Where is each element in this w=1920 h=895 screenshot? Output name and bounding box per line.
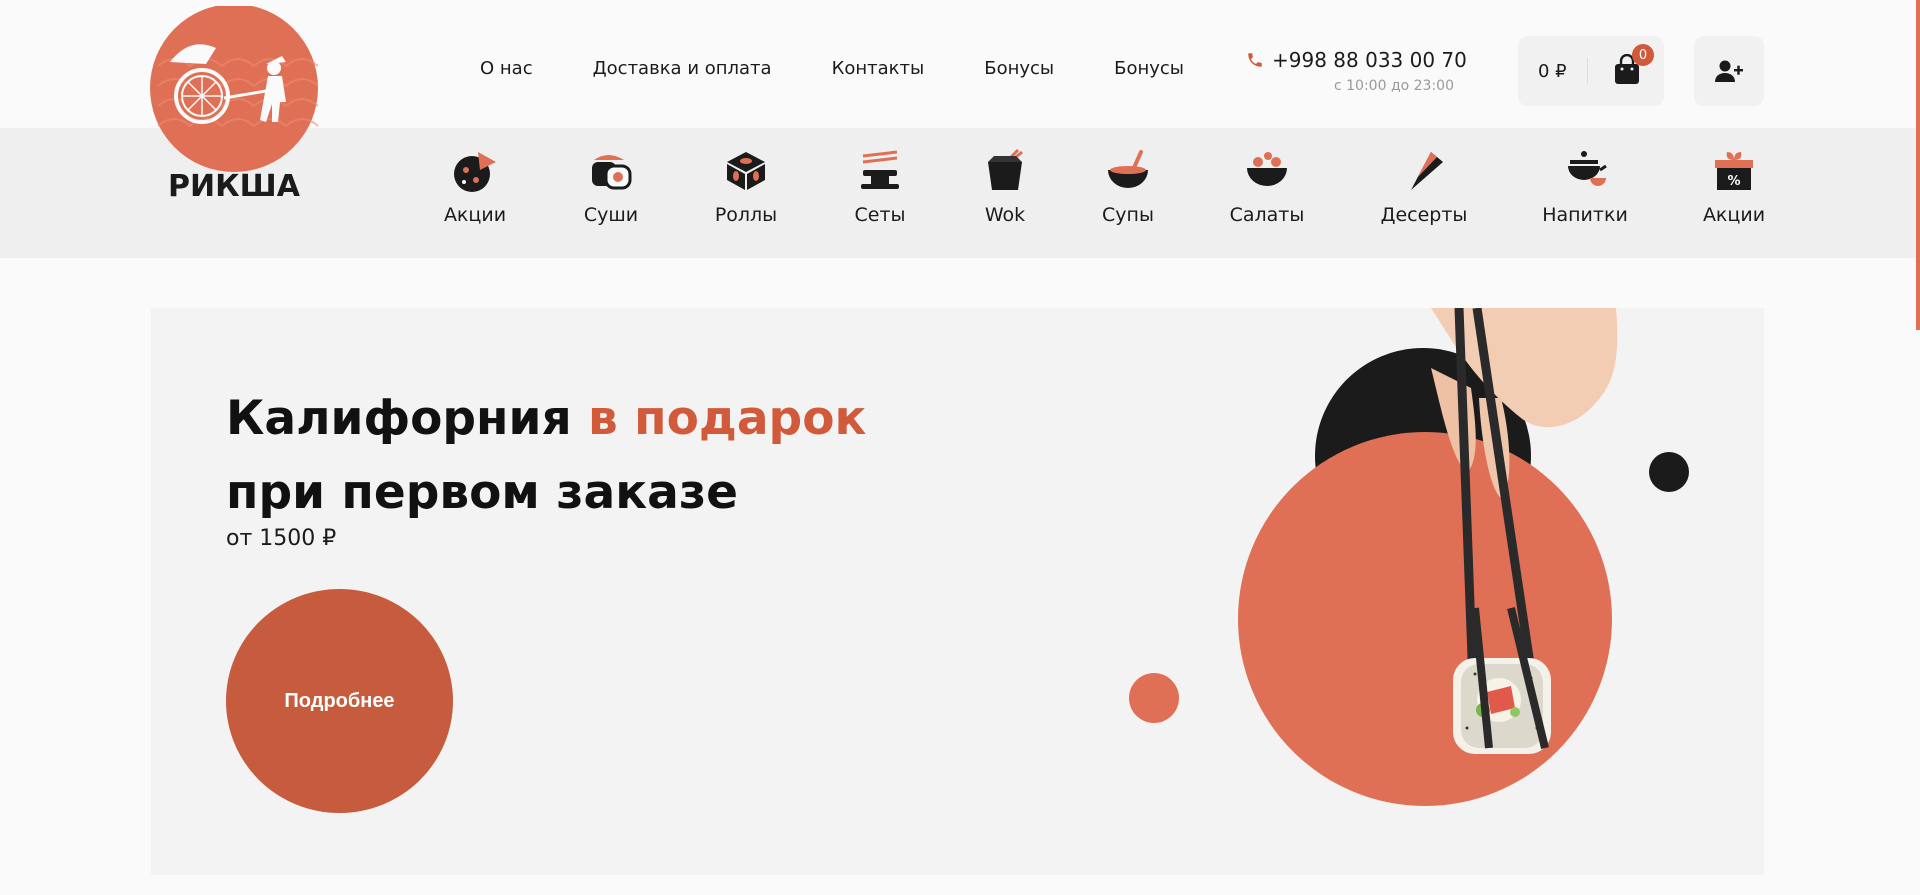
salad-bowl-icon <box>1247 152 1287 186</box>
category-promo[interactable]: Акции <box>420 148 530 226</box>
logo-text: РИКША <box>168 169 301 204</box>
category-label: Салаты <box>1229 204 1305 226</box>
hero-subtitle: от 1500 ₽ <box>226 526 337 551</box>
category-label: Напитки <box>1542 204 1628 226</box>
working-hours: с 10:00 до 23:00 <box>1334 78 1454 94</box>
category-label: Роллы <box>714 204 778 226</box>
category-drinks[interactable]: Напитки <box>1530 148 1640 226</box>
sushi-icon <box>592 155 632 190</box>
cart-count-badge: 0 <box>1632 44 1654 66</box>
category-salads[interactable]: Салаты <box>1212 148 1322 226</box>
hero-title-part1: Калифорния <box>226 391 589 446</box>
nav-link-contacts[interactable]: Контакты <box>832 58 925 79</box>
hero-title: Калифорния в подарок при первом заказе <box>226 382 866 530</box>
cart-button[interactable]: 0 ₽ 0 <box>1518 36 1664 106</box>
nav-link-bonuses-2[interactable]: Бонусы <box>1114 58 1184 79</box>
category-wok[interactable]: Wok <box>950 148 1060 226</box>
rickshaw-logo-icon: РИКША <box>150 4 319 204</box>
svg-text:%: % <box>1727 174 1740 189</box>
pizza-icon <box>454 152 496 192</box>
add-user-icon <box>1715 60 1743 82</box>
cart-divider <box>1586 58 1588 84</box>
category-desserts[interactable]: Десерты <box>1369 148 1479 226</box>
category-label: Акции <box>443 204 507 226</box>
category-label: Суши <box>583 204 639 226</box>
teapot-icon <box>1568 151 1607 186</box>
rolls-icon <box>727 152 765 190</box>
soup-bowl-icon <box>1108 150 1148 188</box>
deco-circle-small <box>1129 673 1179 723</box>
phone-block[interactable]: +998 88 033 00 70 <box>1246 48 1467 72</box>
category-label: Сеты <box>854 204 906 226</box>
sets-icon <box>861 150 899 189</box>
nav-link-delivery[interactable]: Доставка и оплата <box>593 58 772 79</box>
phone-number[interactable]: +998 88 033 00 70 <box>1272 48 1467 72</box>
gift-percent-icon: % <box>1715 152 1753 190</box>
register-button[interactable] <box>1694 36 1764 106</box>
phone-icon <box>1248 53 1262 67</box>
deco-circle-dark-small <box>1649 452 1689 492</box>
category-soups[interactable]: Супы <box>1073 148 1183 226</box>
category-sets[interactable]: Сеты <box>825 148 935 226</box>
category-label: Десерты <box>1380 204 1468 226</box>
category-promo-2[interactable]: % Акции <box>1679 148 1789 226</box>
more-details-button[interactable]: Подробнее <box>226 589 453 813</box>
nav-link-about[interactable]: О нас <box>480 58 533 79</box>
page: О нас Доставка и оплата Контакты Бонусы … <box>0 0 1920 895</box>
nav-link-bonuses[interactable]: Бонусы <box>984 58 1054 79</box>
dessert-icon <box>1411 152 1443 190</box>
cart-total: 0 ₽ <box>1538 60 1567 82</box>
top-nav: О нас Доставка и оплата Контакты Бонусы … <box>480 58 1244 79</box>
brand-logo[interactable]: РИКША <box>148 4 324 206</box>
category-label: Wok <box>984 204 1026 226</box>
category-label: Супы <box>1102 204 1154 226</box>
promo-banner: Калифорния в подарок при первом заказе о… <box>151 308 1764 875</box>
category-label: Акции <box>1702 204 1766 226</box>
page-scrollbar[interactable] <box>1916 0 1920 330</box>
hero-title-line2: при первом заказе <box>226 465 739 520</box>
wok-box-icon <box>988 148 1023 190</box>
category-sushi[interactable]: Суши <box>556 148 666 226</box>
hero-title-accent: в подарок <box>588 391 867 446</box>
category-rolls[interactable]: Роллы <box>691 148 801 226</box>
chopsticks-sushi-image <box>1431 308 1618 754</box>
